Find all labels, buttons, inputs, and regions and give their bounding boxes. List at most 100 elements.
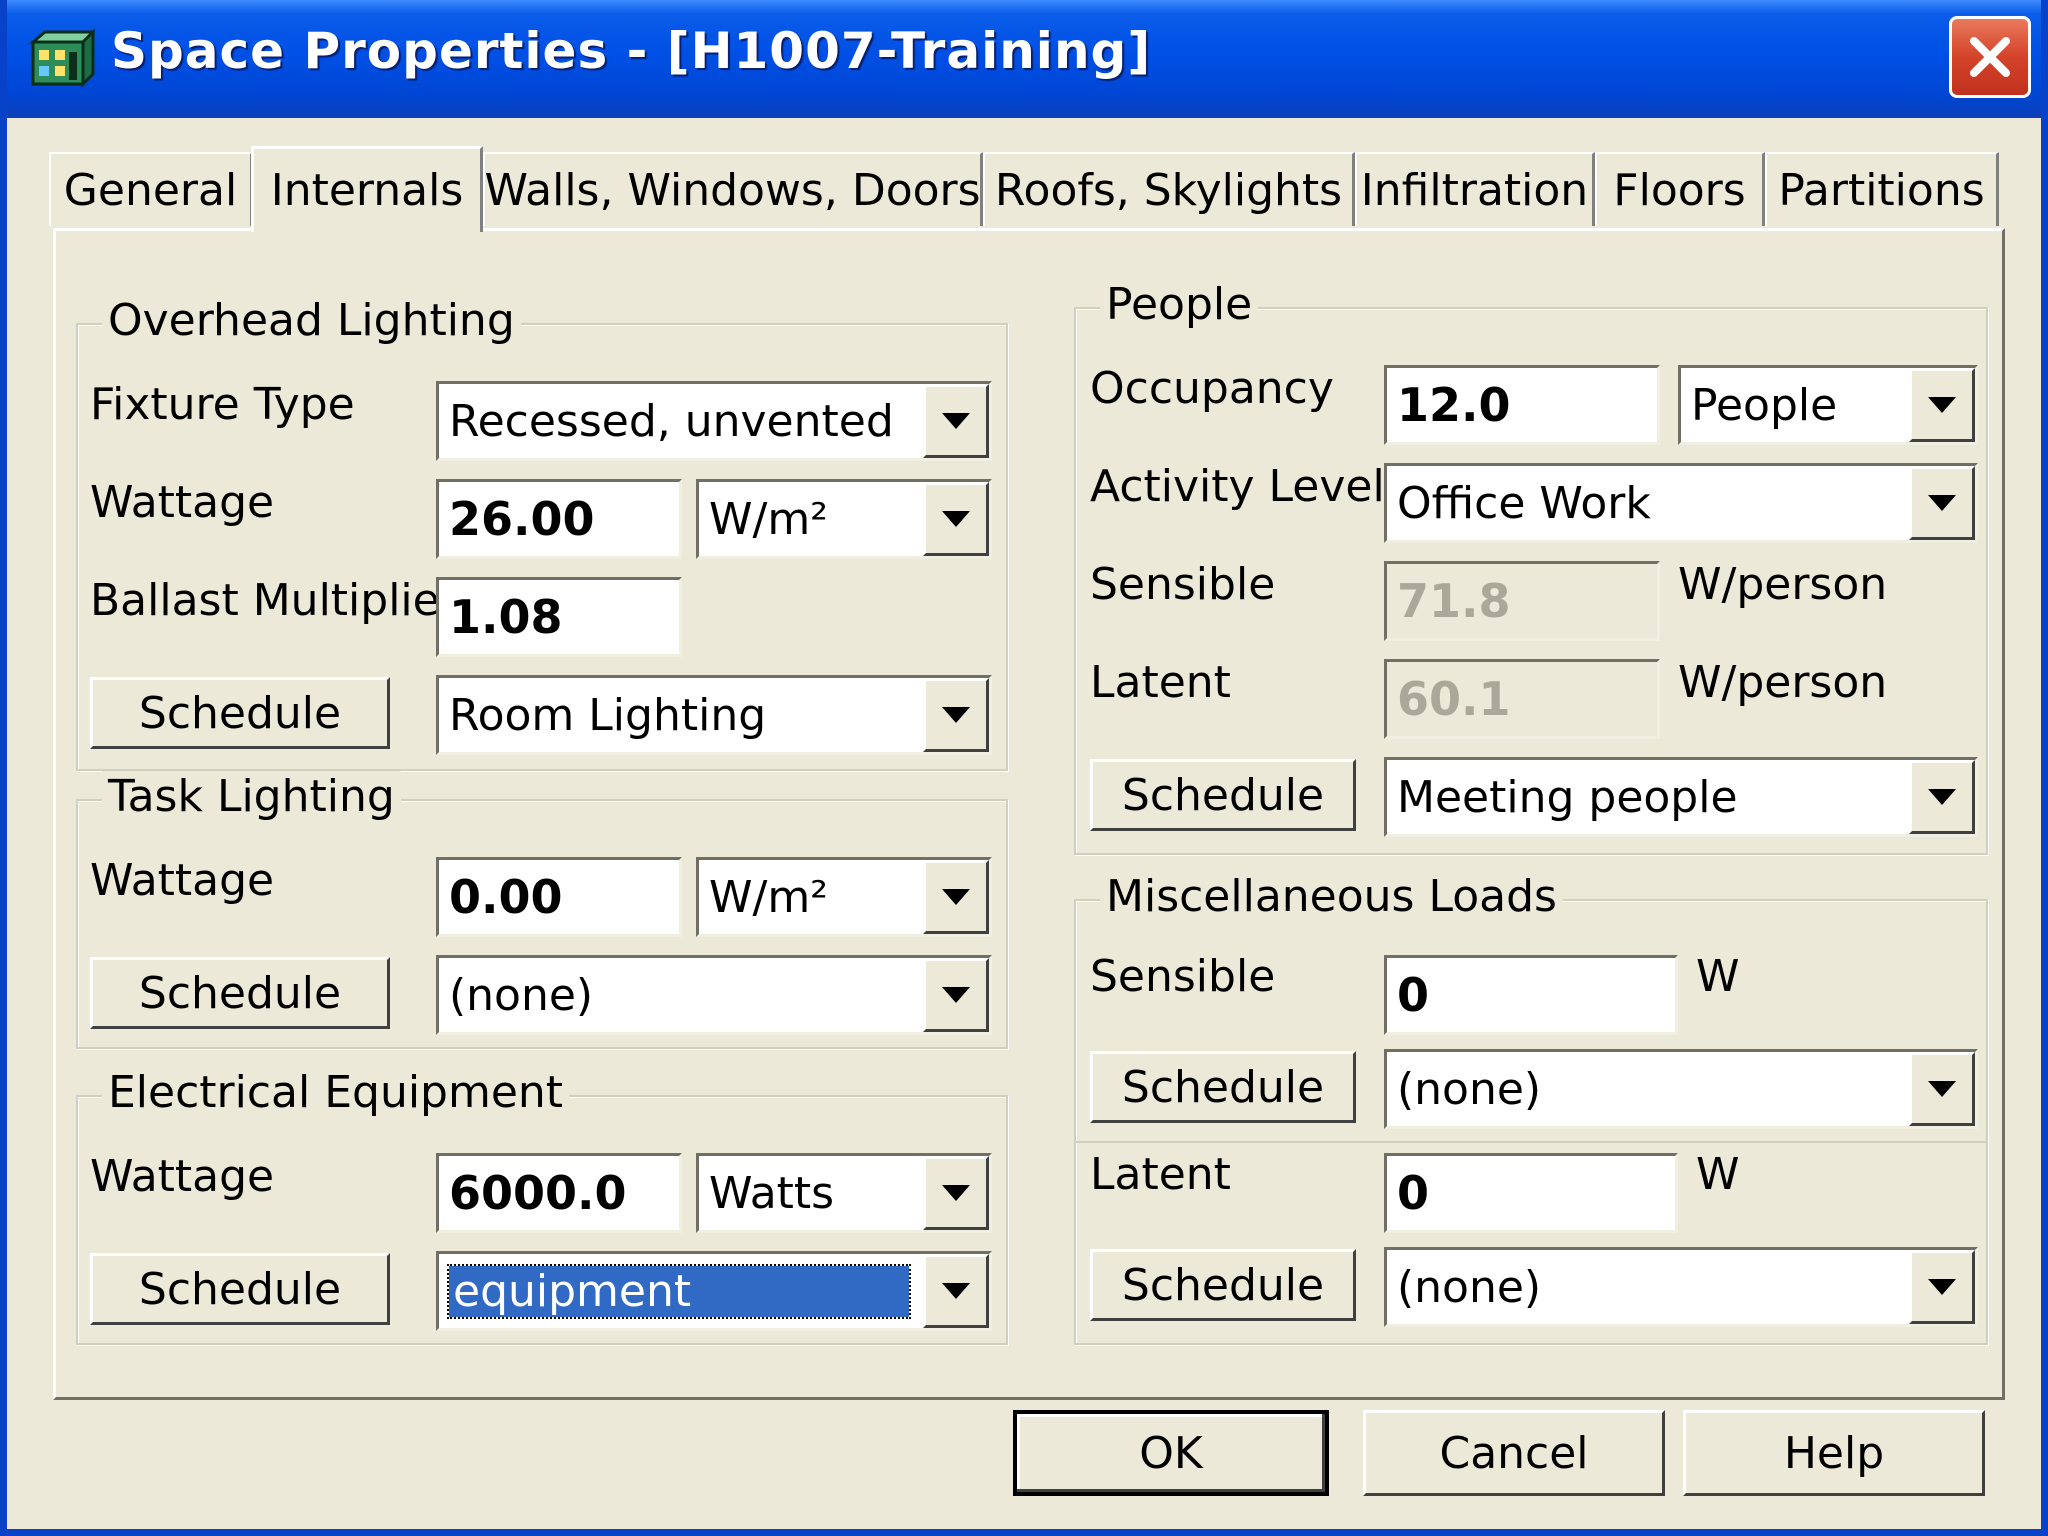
misc-latent-schedule-dropdown[interactable] bbox=[1909, 1250, 1975, 1324]
equipment-schedule-button[interactable]: Schedule bbox=[90, 1253, 390, 1325]
occupancy-unit-dropdown[interactable] bbox=[1909, 368, 1975, 442]
tab-general[interactable]: General bbox=[49, 152, 253, 226]
chevron-down-icon bbox=[942, 413, 970, 429]
equipment-schedule-select[interactable]: equipment bbox=[436, 1251, 992, 1331]
misc-latent-label: Latent bbox=[1090, 1149, 1231, 1200]
task-wattage-unit-dropdown[interactable] bbox=[923, 860, 989, 934]
wattage-label: Wattage bbox=[90, 477, 275, 528]
people-sensible-label: Sensible bbox=[1090, 559, 1276, 610]
tab-floors[interactable]: Floors bbox=[1595, 152, 1765, 226]
app-icon bbox=[29, 28, 95, 88]
tab-internals[interactable]: Internals bbox=[251, 146, 483, 232]
task-schedule-button[interactable]: Schedule bbox=[90, 957, 390, 1029]
electrical-equipment-title: Electrical Equipment bbox=[102, 1067, 570, 1118]
misc-latent-schedule-value: (none) bbox=[1397, 1261, 1542, 1313]
overhead-schedule-value: Room Lighting bbox=[449, 689, 767, 741]
task-wattage-input[interactable]: 0.00 bbox=[436, 857, 682, 937]
chevron-down-icon bbox=[1928, 789, 1956, 805]
internals-panel: Overhead Lighting Fixture Type Recessed,… bbox=[53, 228, 2005, 1400]
people-title: People bbox=[1100, 279, 1259, 330]
task-wattage-label: Wattage bbox=[90, 855, 275, 906]
activity-level-select[interactable]: Office Work bbox=[1384, 463, 1978, 543]
misc-sensible-input[interactable]: 0 bbox=[1384, 955, 1678, 1035]
misc-loads-title: Miscellaneous Loads bbox=[1100, 871, 1563, 922]
people-latent-input: 60.1 bbox=[1384, 659, 1660, 739]
overhead-schedule-button[interactable]: Schedule bbox=[90, 677, 390, 749]
chevron-down-icon bbox=[942, 707, 970, 723]
chevron-down-icon bbox=[942, 987, 970, 1003]
equipment-wattage-unit-dropdown[interactable] bbox=[923, 1156, 989, 1230]
people-latent-unit: W/person bbox=[1678, 657, 1888, 708]
overhead-wattage-input[interactable]: 26.00 bbox=[436, 479, 682, 559]
people-sensible-input: 71.8 bbox=[1384, 561, 1660, 641]
occupancy-label: Occupancy bbox=[1090, 363, 1334, 414]
fixture-type-label: Fixture Type bbox=[90, 379, 355, 430]
misc-sensible-unit: W bbox=[1696, 951, 1740, 1002]
chevron-down-icon bbox=[1928, 495, 1956, 511]
people-schedule-dropdown[interactable] bbox=[1909, 760, 1975, 834]
people-sensible-unit: W/person bbox=[1678, 559, 1888, 610]
title-bar[interactable]: Space Properties - [H1007-Training] bbox=[7, 0, 2041, 118]
equipment-wattage-input[interactable]: 6000.0 bbox=[436, 1153, 682, 1233]
tab-infiltration[interactable]: Infiltration bbox=[1355, 152, 1595, 226]
chevron-down-icon bbox=[942, 1283, 970, 1299]
misc-latent-schedule-button[interactable]: Schedule bbox=[1090, 1249, 1356, 1321]
equipment-wattage-unit-value: Watts bbox=[709, 1167, 835, 1219]
cancel-button[interactable]: Cancel bbox=[1363, 1410, 1665, 1496]
people-schedule-button[interactable]: Schedule bbox=[1090, 759, 1356, 831]
people-schedule-select[interactable]: Meeting people bbox=[1384, 757, 1978, 837]
misc-sensible-schedule-select[interactable]: (none) bbox=[1384, 1049, 1978, 1129]
misc-latent-unit: W bbox=[1696, 1149, 1740, 1200]
equipment-schedule-value: equipment bbox=[447, 1263, 911, 1319]
overhead-schedule-select[interactable]: Room Lighting bbox=[436, 675, 992, 755]
misc-divider bbox=[1076, 1141, 1986, 1143]
overhead-lighting-title: Overhead Lighting bbox=[102, 295, 521, 346]
fixture-type-value: Recessed, unvented bbox=[449, 395, 894, 447]
equipment-wattage-label: Wattage bbox=[90, 1151, 275, 1202]
misc-sensible-schedule-value: (none) bbox=[1397, 1063, 1542, 1115]
ballast-multiplier-label: Ballast Multiplier bbox=[90, 575, 458, 626]
overhead-wattage-unit-select[interactable]: W/m² bbox=[696, 479, 992, 559]
task-wattage-unit-select[interactable]: W/m² bbox=[696, 857, 992, 937]
activity-level-dropdown[interactable] bbox=[1909, 466, 1975, 540]
overhead-wattage-unit-dropdown[interactable] bbox=[923, 482, 989, 556]
misc-sensible-label: Sensible bbox=[1090, 951, 1276, 1002]
chevron-down-icon bbox=[1928, 1279, 1956, 1295]
misc-latent-input[interactable]: 0 bbox=[1384, 1153, 1678, 1233]
overhead-schedule-dropdown[interactable] bbox=[923, 678, 989, 752]
chevron-down-icon bbox=[1928, 397, 1956, 413]
chevron-down-icon bbox=[942, 1185, 970, 1201]
window-title: Space Properties - [H1007-Training] bbox=[111, 22, 1152, 80]
tab-roofs-skylights[interactable]: Roofs, Skylights bbox=[983, 152, 1355, 226]
occupancy-unit-select[interactable]: People bbox=[1678, 365, 1978, 445]
help-button[interactable]: Help bbox=[1683, 1410, 1985, 1496]
task-schedule-select[interactable]: (none) bbox=[436, 955, 992, 1035]
task-lighting-title: Task Lighting bbox=[102, 771, 401, 822]
people-latent-label: Latent bbox=[1090, 657, 1231, 708]
tab-walls-windows-doors[interactable]: Walls, Windows, Doors bbox=[483, 152, 983, 226]
misc-sensible-schedule-button[interactable]: Schedule bbox=[1090, 1051, 1356, 1123]
overhead-wattage-unit-value: W/m² bbox=[709, 493, 828, 545]
close-icon bbox=[1970, 37, 2010, 77]
task-schedule-dropdown[interactable] bbox=[923, 958, 989, 1032]
space-properties-dialog: Space Properties - [H1007-Training] Gene… bbox=[0, 0, 2048, 1536]
equipment-schedule-dropdown[interactable] bbox=[923, 1254, 989, 1328]
fixture-type-dropdown[interactable] bbox=[923, 384, 989, 458]
misc-latent-schedule-select[interactable]: (none) bbox=[1384, 1247, 1978, 1327]
occupancy-unit-value: People bbox=[1691, 379, 1838, 431]
chevron-down-icon bbox=[942, 889, 970, 905]
chevron-down-icon bbox=[942, 511, 970, 527]
fixture-type-select[interactable]: Recessed, unvented bbox=[436, 381, 992, 461]
close-button[interactable] bbox=[1949, 16, 2031, 98]
activity-level-label: Activity Level bbox=[1090, 461, 1385, 512]
tab-partitions[interactable]: Partitions bbox=[1765, 152, 1999, 226]
task-schedule-value: (none) bbox=[449, 969, 594, 1021]
chevron-down-icon bbox=[1928, 1081, 1956, 1097]
ballast-multiplier-input[interactable]: 1.08 bbox=[436, 577, 682, 657]
occupancy-input[interactable]: 12.0 bbox=[1384, 365, 1660, 445]
ok-button[interactable]: OK bbox=[1013, 1410, 1329, 1496]
activity-level-value: Office Work bbox=[1397, 477, 1651, 529]
equipment-wattage-unit-select[interactable]: Watts bbox=[696, 1153, 992, 1233]
task-wattage-unit-value: W/m² bbox=[709, 871, 828, 923]
misc-sensible-schedule-dropdown[interactable] bbox=[1909, 1052, 1975, 1126]
